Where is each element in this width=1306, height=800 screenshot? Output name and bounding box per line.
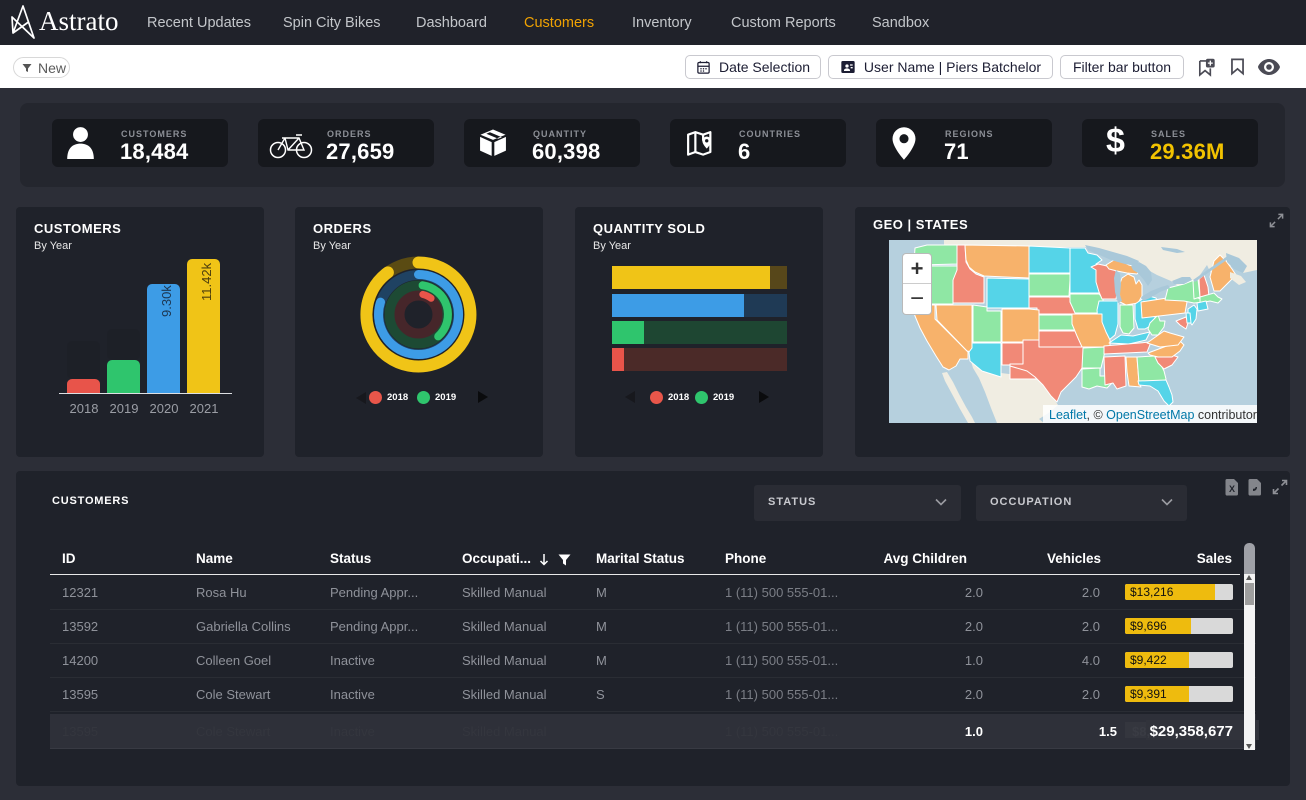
svg-text:X: X xyxy=(1229,484,1235,494)
svg-text:Leaflet, © OpenStreetMap contr: Leaflet, © OpenStreetMap contributors xyxy=(1049,408,1257,422)
